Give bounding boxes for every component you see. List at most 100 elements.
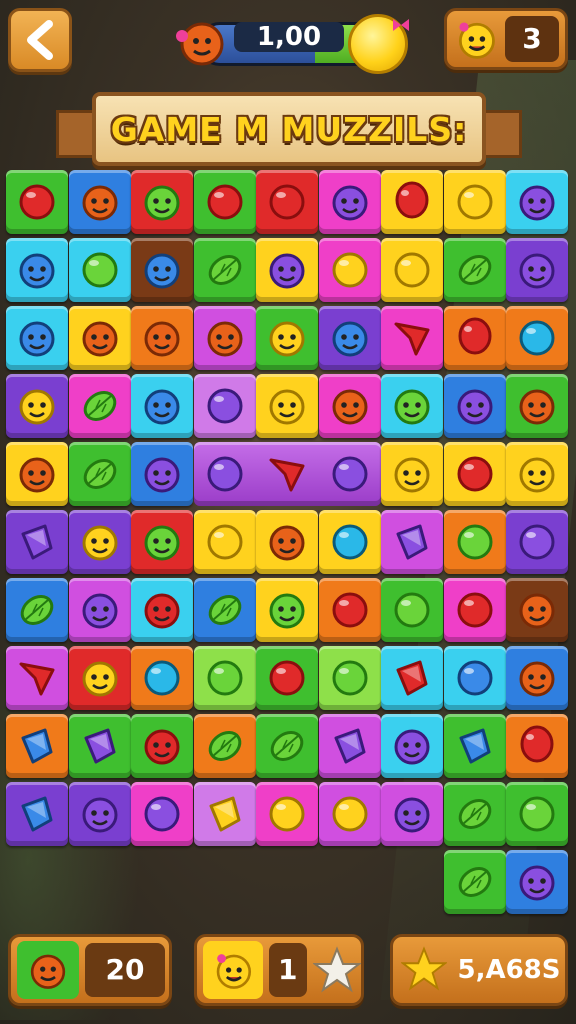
tile-green-leaf[interactable]	[443, 782, 506, 846]
back-button[interactable]	[8, 8, 72, 72]
tile-cyan-ball[interactable]	[131, 646, 193, 710]
tile-red-gem[interactable]	[381, 646, 443, 710]
tile-green-leaf[interactable]	[193, 238, 256, 302]
tile-yellow-critter[interactable]	[68, 646, 131, 710]
tile-green-ball[interactable]	[506, 782, 568, 846]
tile-green-ball[interactable]	[381, 578, 443, 642]
tile-yellow-ball[interactable]	[443, 170, 506, 234]
tile-red-ball[interactable]	[6, 170, 68, 234]
tile-orange-critter[interactable]	[256, 510, 318, 574]
tile-orange-critter[interactable]	[6, 442, 68, 506]
tile-purple-critter[interactable]	[443, 374, 506, 438]
orange-critter-icon	[176, 22, 224, 66]
tile-purple-critter[interactable]	[68, 782, 131, 846]
tile-blue-critter[interactable]	[131, 238, 193, 302]
tile-purple-ball[interactable]	[194, 442, 256, 506]
tile-blue-gem[interactable]	[443, 714, 506, 778]
tile-red-star[interactable]	[256, 442, 318, 506]
tile-green-ball[interactable]	[443, 510, 506, 574]
tile-blue-critter[interactable]	[318, 306, 381, 370]
tile-purple-critter[interactable]	[506, 850, 568, 914]
tile-red-balloon[interactable]	[506, 714, 568, 778]
tile-green-critter[interactable]	[131, 170, 193, 234]
tile-yellow-ball[interactable]	[193, 510, 256, 574]
tile-green-ball[interactable]	[318, 646, 381, 710]
tile-purple-critter[interactable]	[68, 578, 131, 642]
tile-red-ball[interactable]	[256, 646, 318, 710]
tile-red-ball[interactable]	[443, 442, 506, 506]
tile-orange-critter[interactable]	[193, 306, 256, 370]
tile-green-critter[interactable]	[381, 374, 443, 438]
tile-red-ball[interactable]	[193, 170, 256, 234]
tile-blue-critter[interactable]	[6, 306, 68, 370]
tile-purple-critter[interactable]	[256, 238, 318, 302]
tile-green-leaf[interactable]	[443, 850, 506, 914]
tile-yellow-ball[interactable]	[318, 782, 381, 846]
tile-purple-ball[interactable]	[506, 510, 568, 574]
tile-purple-ball[interactable]	[193, 374, 256, 438]
tile-yellow-gem[interactable]	[193, 782, 256, 846]
tile-yellow-ball[interactable]	[256, 782, 318, 846]
tile-cyan-ball[interactable]	[506, 306, 568, 370]
tile-red-ball[interactable]	[443, 578, 506, 642]
tile-green-leaf[interactable]	[193, 578, 256, 642]
tile-purple-critter[interactable]	[506, 170, 568, 234]
tile-green-leaf[interactable]	[6, 578, 68, 642]
tile-orange-critter[interactable]	[131, 306, 193, 370]
tile-blue-gem[interactable]	[6, 782, 68, 846]
tile-purple-gem[interactable]	[68, 714, 131, 778]
tile-purple-gem[interactable]	[381, 510, 443, 574]
tile-blue-critter[interactable]	[6, 238, 68, 302]
tile-blue-ball[interactable]	[443, 646, 506, 710]
tile-red-ball[interactable]	[256, 170, 318, 234]
tile-orange-critter[interactable]	[506, 578, 568, 642]
tile-yellow-critter[interactable]	[256, 374, 318, 438]
game-board[interactable]	[6, 170, 572, 920]
tile-red-critter[interactable]	[131, 578, 193, 642]
tile-blue-critter[interactable]	[131, 374, 193, 438]
purple-gem-icon	[21, 524, 53, 560]
tile-yellow-critter[interactable]	[6, 374, 68, 438]
tile-green-leaf[interactable]	[193, 714, 256, 778]
tile-red-star[interactable]	[381, 306, 443, 370]
tile-yellow-critter[interactable]	[506, 442, 568, 506]
tile-blue-gem[interactable]	[6, 714, 68, 778]
tile-yellow-critter[interactable]	[68, 510, 131, 574]
tile-purple-critter[interactable]	[381, 714, 443, 778]
tile-green-critter[interactable]	[131, 510, 193, 574]
tile-orange-critter[interactable]	[318, 374, 381, 438]
orange-critter-icon	[269, 525, 305, 561]
tile-red-balloon[interactable]	[381, 170, 443, 234]
tile-purple-critter[interactable]	[131, 442, 193, 506]
tile-orange-critter[interactable]	[68, 306, 131, 370]
tile-green-critter[interactable]	[256, 578, 318, 642]
tile-orange-critter[interactable]	[68, 170, 131, 234]
tile-green-ball[interactable]	[193, 646, 256, 710]
tile-purple-critter[interactable]	[318, 170, 381, 234]
tile-yellow-ball[interactable]	[381, 238, 443, 302]
tile-red-ball[interactable]	[318, 578, 381, 642]
tile-red-balloon[interactable]	[443, 306, 506, 370]
tile-cyan-ball[interactable]	[318, 510, 381, 574]
tile-red-critter[interactable]	[131, 714, 193, 778]
tile-yellow-critter[interactable]	[381, 442, 443, 506]
tile-yellow-critter[interactable]	[256, 306, 318, 370]
tile-green-leaf[interactable]	[443, 238, 506, 302]
tile-purple-critter[interactable]	[381, 782, 443, 846]
tile-purple-gem[interactable]	[6, 510, 68, 574]
tile-green-leaf[interactable]	[256, 714, 318, 778]
tile-purple-ball[interactable]	[131, 782, 193, 846]
tile-orange-critter[interactable]	[506, 374, 568, 438]
tile-yellow-ball[interactable]	[318, 238, 381, 302]
tile-purple-critter[interactable]	[506, 238, 568, 302]
lives-counter[interactable]: 3	[444, 8, 568, 70]
tile-orange-critter[interactable]	[506, 646, 568, 710]
tile-green-leaf[interactable]	[68, 374, 131, 438]
tile-green-ball[interactable]	[68, 238, 131, 302]
tile-purple-gem[interactable]	[318, 714, 381, 778]
tile-red-star[interactable]	[6, 646, 68, 710]
tile-purple-ball[interactable]	[319, 442, 381, 506]
purple-ball-icon	[144, 796, 180, 832]
purple-gem-icon	[396, 524, 428, 560]
tile-green-leaf[interactable]	[68, 442, 131, 506]
